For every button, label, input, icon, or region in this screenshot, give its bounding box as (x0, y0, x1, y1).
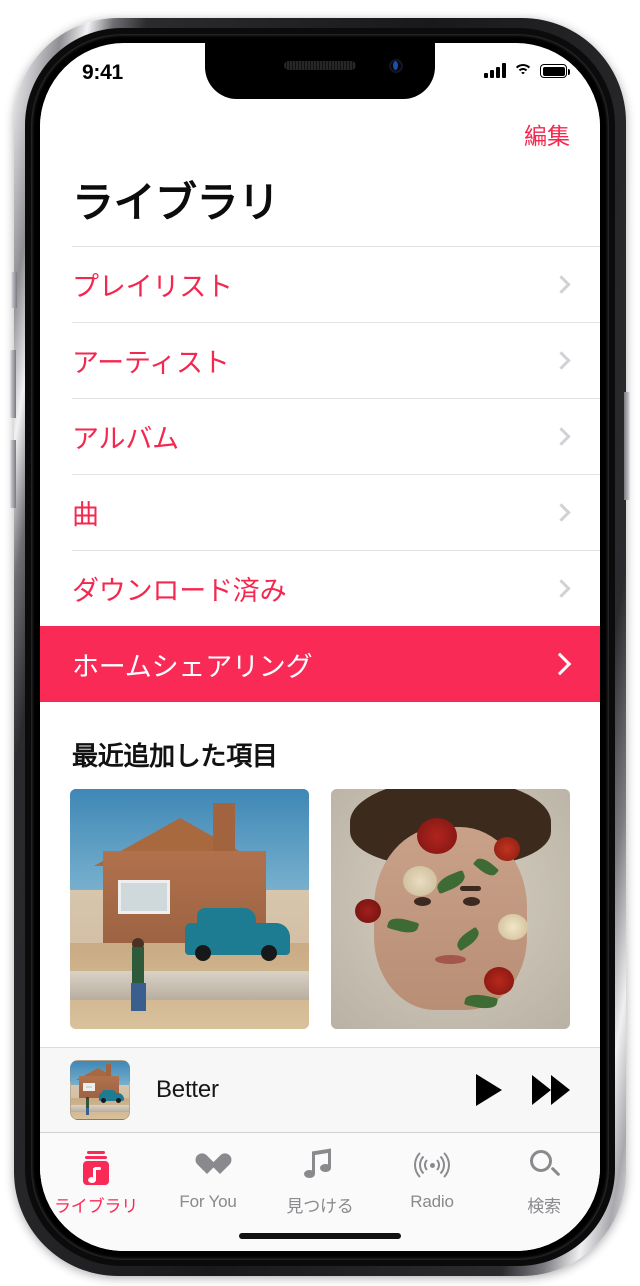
row-separator (72, 246, 600, 247)
artwork-wall (70, 971, 309, 1001)
artwork-flower (417, 817, 458, 854)
tab-label: 検索 (527, 1197, 561, 1216)
artwork-flower (402, 865, 437, 896)
chevron-right-icon (548, 652, 572, 676)
mini-player[interactable]: Better (40, 1047, 600, 1133)
phone-screen: 9:41 編集 ライブラリ プレイリスト アーティスト アルバム 曲 ダウンロー… (40, 43, 600, 1251)
now-playing-title: Better (156, 1076, 219, 1103)
artwork-flower (483, 966, 514, 995)
chevron-right-icon (552, 426, 571, 446)
album-artwork-floral-portrait[interactable] (331, 789, 570, 1029)
artwork-flower (493, 837, 520, 861)
artwork-flower (498, 913, 529, 940)
radio-waves-icon (412, 1145, 452, 1185)
music-note-icon (300, 1145, 340, 1185)
navigation-bar: 編集 (40, 103, 600, 165)
library-icon (76, 1145, 116, 1185)
row-separator (72, 322, 600, 323)
sidebar-item-songs[interactable]: 曲 (40, 474, 600, 550)
album-artwork-house-car[interactable] (70, 789, 309, 1029)
volume-up-button[interactable] (9, 350, 16, 418)
edit-button[interactable]: 編集 (524, 117, 570, 151)
search-icon (524, 1145, 564, 1185)
tab-label: ライブラリ (54, 1197, 138, 1216)
device-notch (205, 43, 435, 99)
tab-search[interactable]: 検索 (488, 1145, 600, 1251)
power-button[interactable] (624, 392, 631, 500)
status-bar-indicators (484, 63, 570, 78)
list-item-label: アルバム (72, 423, 179, 454)
tab-label: Radio (410, 1192, 454, 1211)
home-indicator[interactable] (239, 1233, 401, 1239)
volume-down-button[interactable] (9, 440, 16, 508)
recently-added-heading: 最近追加した項目 (72, 741, 278, 771)
tab-label: 見つける (286, 1197, 354, 1216)
list-item-label: プレイリスト (72, 271, 233, 302)
row-separator (72, 398, 600, 399)
earpiece-speaker-icon (284, 61, 356, 70)
battery-full-icon (540, 64, 570, 78)
sidebar-item-playlists[interactable]: プレイリスト (40, 246, 600, 322)
list-item-label: ホームシェアリング (72, 651, 313, 682)
now-playing-artwork[interactable] (70, 1060, 130, 1120)
cellular-signal-icon (484, 63, 506, 78)
artwork-person (130, 947, 146, 1012)
artwork-chimney (213, 803, 235, 857)
library-list: プレイリスト アーティスト アルバム 曲 ダウンロード済み ホームシェアリング (40, 246, 600, 702)
wifi-icon (513, 63, 533, 78)
front-camera-icon (389, 59, 403, 73)
artwork-window (117, 880, 171, 914)
chevron-right-icon (552, 274, 571, 294)
heart-icon (188, 1145, 228, 1185)
fast-forward-icon[interactable] (532, 1075, 570, 1105)
mini-player-controls (476, 1074, 570, 1106)
list-item-label: アーティスト (72, 347, 230, 378)
recently-added-grid (40, 789, 600, 1029)
list-item-label: ダウンロード済み (72, 575, 287, 606)
play-icon[interactable] (476, 1074, 502, 1106)
tab-label: For You (179, 1192, 237, 1211)
sidebar-item-downloaded[interactable]: ダウンロード済み (40, 550, 600, 626)
sidebar-item-home-sharing[interactable]: ホームシェアリング (40, 626, 600, 702)
list-item-label: 曲 (72, 499, 99, 530)
mute-switch[interactable] (10, 272, 17, 308)
sidebar-item-albums[interactable]: アルバム (40, 398, 600, 474)
sidebar-item-artists[interactable]: アーティスト (40, 322, 600, 398)
row-separator (72, 626, 600, 627)
device-frame: 9:41 編集 ライブラリ プレイリスト アーティスト アルバム 曲 ダウンロー… (0, 0, 640, 1286)
chevron-right-icon (552, 502, 571, 522)
page-title: ライブラリ (72, 179, 280, 226)
artwork-car (184, 908, 290, 961)
status-bar-time: 9:41 (82, 61, 123, 84)
chevron-right-icon (552, 350, 571, 370)
row-separator (72, 550, 600, 551)
chevron-right-icon (552, 578, 571, 598)
tab-library[interactable]: ライブラリ (40, 1145, 152, 1251)
row-separator (72, 474, 600, 475)
